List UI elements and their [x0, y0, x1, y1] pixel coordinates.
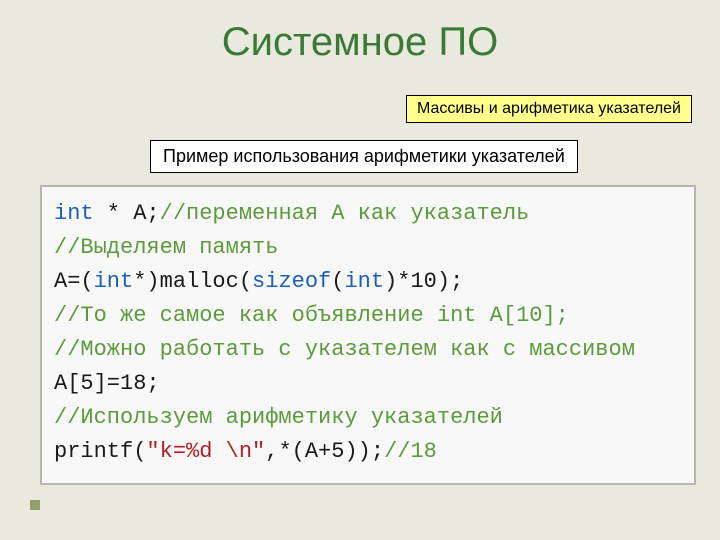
code-line: A[5]=18;: [54, 367, 682, 401]
keyword: int: [94, 269, 134, 294]
keyword: int: [344, 269, 384, 294]
code-line: A=(int*)malloc(sizeof(int)*10);: [54, 265, 682, 299]
code-text: )*10);: [384, 269, 463, 294]
page-title: Системное ПО: [222, 20, 498, 65]
code-text: * A;: [94, 201, 160, 226]
keyword: int: [54, 201, 94, 226]
code-line: int * A;//переменная А как указатель: [54, 197, 682, 231]
comment: //Выделяем память: [54, 231, 682, 265]
comment: //То же самое как объявление int A[10];: [54, 299, 682, 333]
string: "k=%d \n": [146, 439, 265, 464]
comment: //переменная А как указатель: [160, 201, 530, 226]
code-text: *)malloc(: [133, 269, 252, 294]
code-text: printf(: [54, 439, 146, 464]
keyword: sizeof: [252, 269, 331, 294]
code-block: int * A;//переменная А как указатель //В…: [40, 185, 696, 485]
code-text: A=(: [54, 269, 94, 294]
code-text: ,*(A+5));: [265, 439, 384, 464]
slide-bullet-icon: [30, 500, 40, 510]
example-caption: Пример использования арифметики указател…: [150, 140, 578, 173]
code-line: printf("k=%d \n",*(A+5));//18: [54, 435, 682, 469]
code-text: (: [331, 269, 344, 294]
topic-tag: Массивы и арифметика указателей: [406, 95, 692, 123]
comment: //Используем арифметику указателей: [54, 401, 682, 435]
comment: //18: [384, 439, 437, 464]
comment: //Можно работать с указателем как с масс…: [54, 333, 682, 367]
